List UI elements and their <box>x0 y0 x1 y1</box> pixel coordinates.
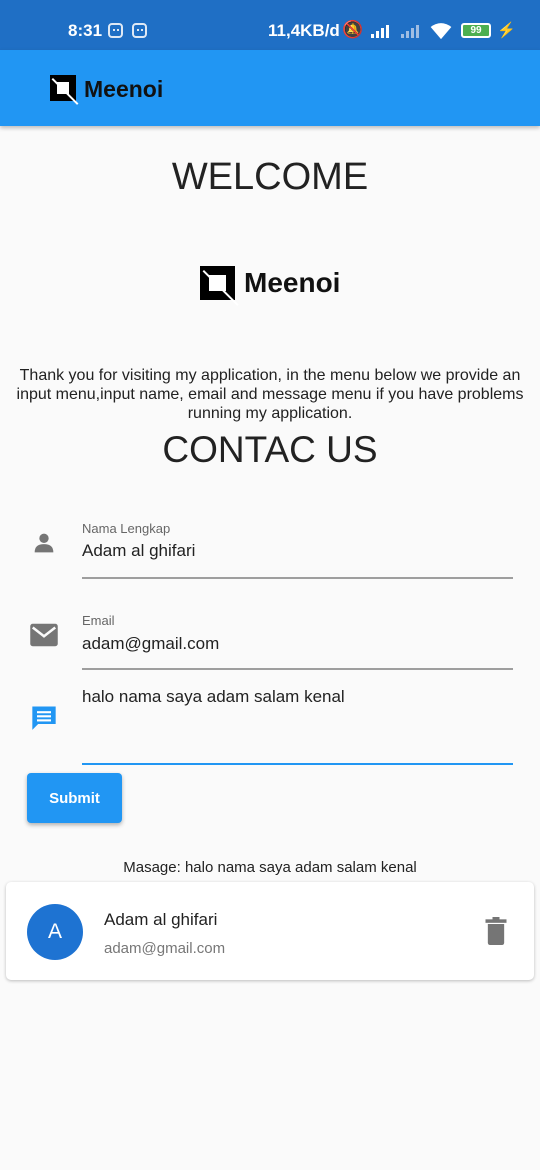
bell-muted-icon: 🔕 <box>342 20 364 39</box>
status-bar: 8:31 11,4KB/d 🔕 99 ⚡ <box>0 0 540 50</box>
battery-icon: 99 <box>461 23 491 38</box>
submit-button[interactable]: Submit <box>27 773 122 823</box>
trash-icon[interactable] <box>484 917 508 945</box>
signal-icon <box>401 24 419 38</box>
signal-icon <box>371 24 389 38</box>
name-underline <box>82 577 513 579</box>
charging-icon: ⚡ <box>497 22 516 39</box>
email-input[interactable]: adam@gmail.com <box>82 634 219 654</box>
message-input[interactable]: halo nama saya adam salam kenal <box>82 687 345 707</box>
wifi-icon <box>430 23 452 40</box>
contact-card[interactable]: A Adam al ghifari adam@gmail.com <box>6 882 534 980</box>
intro-text: Thank you for visiting my application, i… <box>16 367 524 422</box>
welcome-heading: WELCOME <box>171 156 369 198</box>
message-icon <box>32 706 56 730</box>
app-bar-title: Meenoi <box>84 76 164 102</box>
contact-name: Adam al ghifari <box>104 910 218 929</box>
message-display: Masage: halo nama saya adam salam kenal <box>123 859 417 876</box>
message-underline <box>82 763 513 765</box>
app-bar: Meenoi <box>0 50 540 126</box>
meenoi-logo-icon <box>50 75 79 106</box>
email-label: Email <box>82 613 115 628</box>
mail-icon <box>30 623 58 647</box>
app-notification-icon <box>132 23 147 38</box>
network-speed: 11,4KB/d <box>268 21 340 40</box>
avatar: A <box>27 904 83 960</box>
person-icon <box>34 533 54 553</box>
app-notification-icon <box>108 23 123 38</box>
center-logo-text: Meenoi <box>244 267 341 298</box>
meenoi-logo-icon <box>200 266 239 307</box>
status-time: 8:31 <box>68 21 103 40</box>
name-label: Nama Lengkap <box>82 521 171 536</box>
contact-heading: CONTAC US <box>162 429 378 470</box>
email-underline <box>82 668 513 670</box>
center-logo: Meenoi <box>200 266 341 307</box>
name-input[interactable]: Adam al ghifari <box>82 541 195 561</box>
contact-email: adam@gmail.com <box>104 940 226 957</box>
